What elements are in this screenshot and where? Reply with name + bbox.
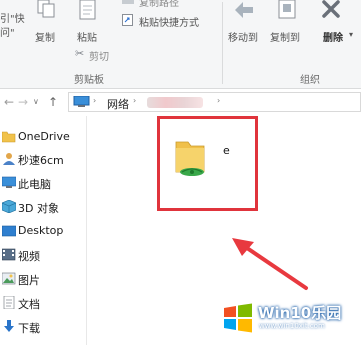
nav-item-desktop[interactable]: Desktop: [0, 221, 85, 241]
watermark-url: www.win10xit.com: [259, 322, 325, 330]
nav-item-label: OneDrive: [18, 130, 70, 143]
delete-icon: [320, 0, 342, 22]
delete-button[interactable]: 删除: [323, 29, 343, 44]
nav-item-label: Desktop: [18, 224, 64, 237]
nav-item-label: 3D 对象: [18, 202, 59, 215]
pictures-icon: [1, 272, 16, 285]
back-arrow-icon[interactable]: ←: [4, 95, 14, 109]
ribbon-group-divider: [222, 2, 223, 84]
ribbon: 引"快 问" 复制 粘贴 ✂ 剪切 复制路径 粘贴快捷方式 剪贴板 移动到 复制…: [0, 0, 361, 89]
move-to-button[interactable]: 移动到: [228, 29, 258, 44]
nav-item-videos[interactable]: 视频: [0, 245, 85, 265]
network-icon: [73, 95, 91, 108]
chevron-down-icon[interactable]: ▾: [349, 30, 353, 39]
nav-item-label: 此电脑: [18, 178, 51, 191]
copy-to-icon: [276, 0, 300, 22]
annotation-arrow: [228, 232, 310, 292]
paste-button[interactable]: 粘贴: [77, 29, 97, 44]
downloads-icon: [2, 320, 16, 333]
navigation-pane: OneDrive 秒速6cm 此电脑 3D 对象 Desktop 视频 图片 文…: [0, 116, 85, 345]
breadcrumb-network[interactable]: 网络: [107, 96, 129, 112]
video-icon: [1, 248, 16, 261]
3d-objects-icon: [1, 199, 17, 214]
shared-folder-icon[interactable]: [174, 136, 214, 180]
nav-item-onedrive[interactable]: OneDrive: [0, 127, 85, 147]
nav-item-documents[interactable]: 文档: [0, 293, 85, 313]
copy-path-button[interactable]: 复制路径: [139, 0, 179, 9]
documents-icon: [2, 295, 16, 310]
onedrive-folder-icon: [1, 130, 16, 143]
move-to-icon: [231, 0, 257, 22]
organize-group-label: 组织: [300, 75, 320, 86]
recent-locations-chevron-icon[interactable]: ∨: [33, 97, 39, 106]
up-arrow-icon[interactable]: ↑: [48, 95, 58, 109]
nav-item-pictures[interactable]: 图片: [0, 269, 85, 289]
paste-shortcut-button[interactable]: 粘贴快捷方式: [139, 14, 199, 29]
copy-button[interactable]: 复制: [35, 29, 55, 44]
ribbon-partial-command[interactable]: 引"快: [0, 10, 25, 25]
nav-item-this-pc[interactable]: 此电脑: [0, 173, 85, 193]
copy-icon: [35, 0, 57, 18]
breadcrumb-separator-icon: ›: [217, 96, 221, 105]
folder-name-label: e: [223, 144, 230, 157]
nav-item-label: 下载: [18, 322, 40, 335]
nav-item-downloads[interactable]: 下载: [0, 317, 85, 337]
breadcrumb-separator-icon: ›: [133, 96, 137, 105]
copy-to-button[interactable]: 复制到: [270, 29, 300, 44]
computer-icon: [1, 176, 17, 189]
desktop-icon: [1, 224, 17, 237]
pane-divider[interactable]: [86, 116, 87, 345]
cut-button[interactable]: 剪切: [89, 48, 109, 63]
nav-item-3d-objects[interactable]: 3D 对象: [0, 197, 85, 217]
nav-item-label: 秒速6cm: [18, 154, 64, 167]
nav-item-label: 视频: [18, 250, 40, 263]
copy-path-icon: [122, 0, 134, 4]
ribbon-partial-command-line2: 问": [0, 28, 15, 39]
nav-item-label: 图片: [18, 274, 40, 287]
address-bar[interactable]: › 网络 › ›: [68, 92, 361, 112]
user-icon: [2, 152, 16, 165]
clipboard-group-label: 剪贴板: [74, 75, 104, 86]
nav-item-user[interactable]: 秒速6cm: [0, 149, 85, 169]
scissors-icon: ✂: [75, 47, 85, 60]
paste-shortcut-icon: [122, 14, 134, 26]
forward-arrow-icon[interactable]: →: [18, 95, 28, 109]
windows-logo-icon: [222, 302, 254, 334]
watermark-brand: Win10乐园: [258, 304, 342, 322]
nav-item-label: 文档: [18, 298, 40, 311]
breadcrumb-redacted-computer[interactable]: [147, 97, 203, 108]
breadcrumb-separator-icon: ›: [93, 96, 97, 105]
paste-icon: [78, 0, 98, 20]
